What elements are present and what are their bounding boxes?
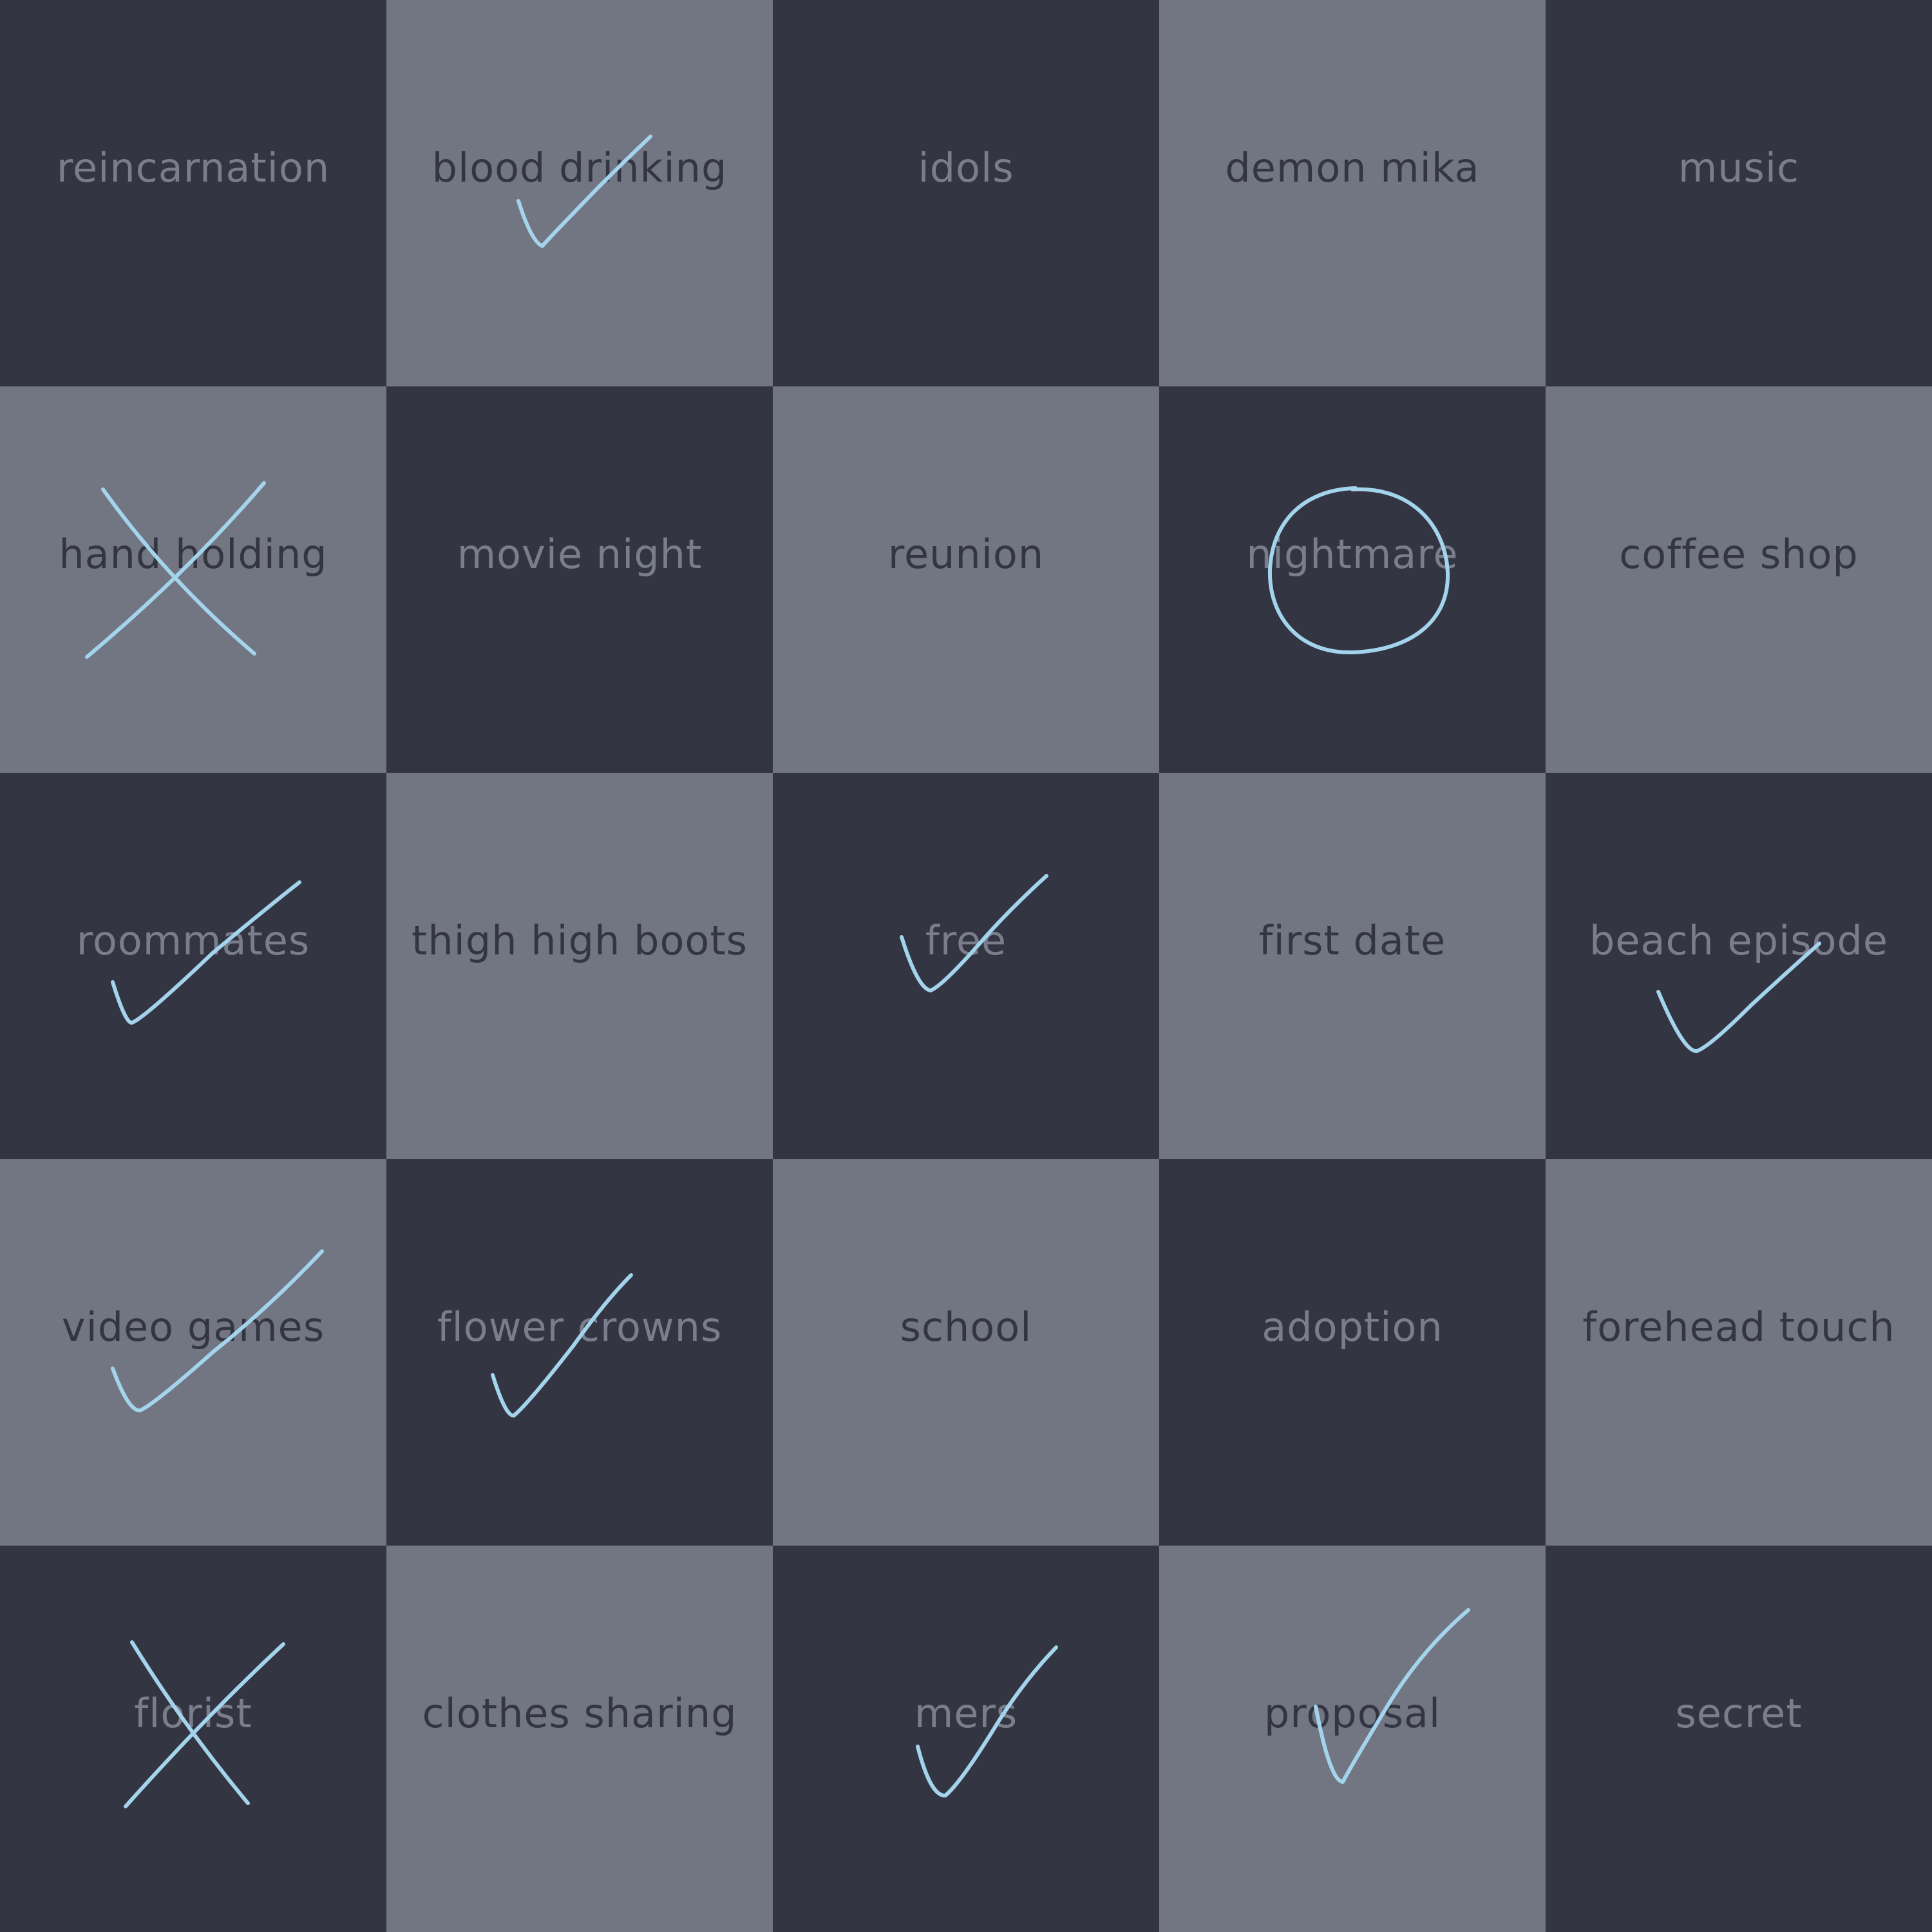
cell-label: demon mika xyxy=(1225,144,1480,191)
bingo-cell-roommates[interactable]: roommates xyxy=(0,773,386,1159)
cell-label: nightmare xyxy=(1246,530,1459,578)
bingo-cell-nightmare[interactable]: nightmare xyxy=(1159,386,1546,773)
cell-label: blood drinking xyxy=(431,144,728,191)
bingo-cell-thigh-high-boots[interactable]: thigh high boots xyxy=(386,773,773,1159)
cell-label: roommates xyxy=(76,916,310,964)
bingo-cell-free[interactable]: free xyxy=(773,773,1159,1159)
cell-label: school xyxy=(900,1303,1032,1350)
cell-label: thigh high boots xyxy=(412,916,748,964)
bingo-cell-video-games[interactable]: video games xyxy=(0,1159,386,1546)
bingo-cell-reincarnation[interactable]: reincarnation xyxy=(0,0,386,386)
bingo-cell-reunion[interactable]: reunion xyxy=(773,386,1159,773)
cell-label: proposal xyxy=(1264,1689,1441,1737)
cell-label: movie night xyxy=(457,530,703,578)
bingo-board: reincarnation blood drinking idols demon… xyxy=(0,0,1932,1932)
cell-label: video games xyxy=(61,1303,325,1350)
bingo-cell-blood-drinking[interactable]: blood drinking xyxy=(386,0,773,386)
bingo-cell-coffee-shop[interactable]: coffee shop xyxy=(1546,386,1932,773)
bingo-cell-clothes-sharing[interactable]: clothes sharing xyxy=(386,1546,773,1932)
bingo-cell-secret[interactable]: secret xyxy=(1546,1546,1932,1932)
cell-label: mers xyxy=(914,1689,1018,1737)
cell-label: forehead touch xyxy=(1582,1303,1895,1350)
bingo-cell-movie-night[interactable]: movie night xyxy=(386,386,773,773)
cell-label: free xyxy=(925,916,1007,964)
cell-label: reincarnation xyxy=(56,144,330,191)
bingo-cell-demon-mika[interactable]: demon mika xyxy=(1159,0,1546,386)
bingo-cell-forehead-touch[interactable]: forehead touch xyxy=(1546,1159,1932,1546)
cell-label: beach episode xyxy=(1589,916,1889,964)
cell-label: coffee shop xyxy=(1619,530,1859,578)
cell-label: florist xyxy=(134,1689,252,1737)
bingo-cell-music[interactable]: music xyxy=(1546,0,1932,386)
bingo-cell-school[interactable]: school xyxy=(773,1159,1159,1546)
bingo-cell-proposal[interactable]: proposal xyxy=(1159,1546,1546,1932)
bingo-cell-florist[interactable]: florist xyxy=(0,1546,386,1932)
cell-label: secret xyxy=(1675,1689,1803,1737)
bingo-cell-mers[interactable]: mers xyxy=(773,1546,1159,1932)
bingo-cell-beach-episode[interactable]: beach episode xyxy=(1546,773,1932,1159)
bingo-cell-hand-holding[interactable]: hand holding xyxy=(0,386,386,773)
cell-label: idols xyxy=(918,144,1014,191)
cell-label: first date xyxy=(1258,916,1446,964)
bingo-cell-flower-crowns[interactable]: flower crowns xyxy=(386,1159,773,1546)
cell-label: reunion xyxy=(887,530,1045,578)
bingo-cell-adoption[interactable]: adoption xyxy=(1159,1159,1546,1546)
cell-label: flower crowns xyxy=(437,1303,723,1350)
bingo-cell-idols[interactable]: idols xyxy=(773,0,1159,386)
cell-label: adoption xyxy=(1262,1303,1443,1350)
cell-label: music xyxy=(1678,144,1800,191)
cell-label: hand holding xyxy=(59,530,328,578)
cell-label: clothes sharing xyxy=(422,1689,737,1737)
bingo-cell-first-date[interactable]: first date xyxy=(1159,773,1546,1159)
